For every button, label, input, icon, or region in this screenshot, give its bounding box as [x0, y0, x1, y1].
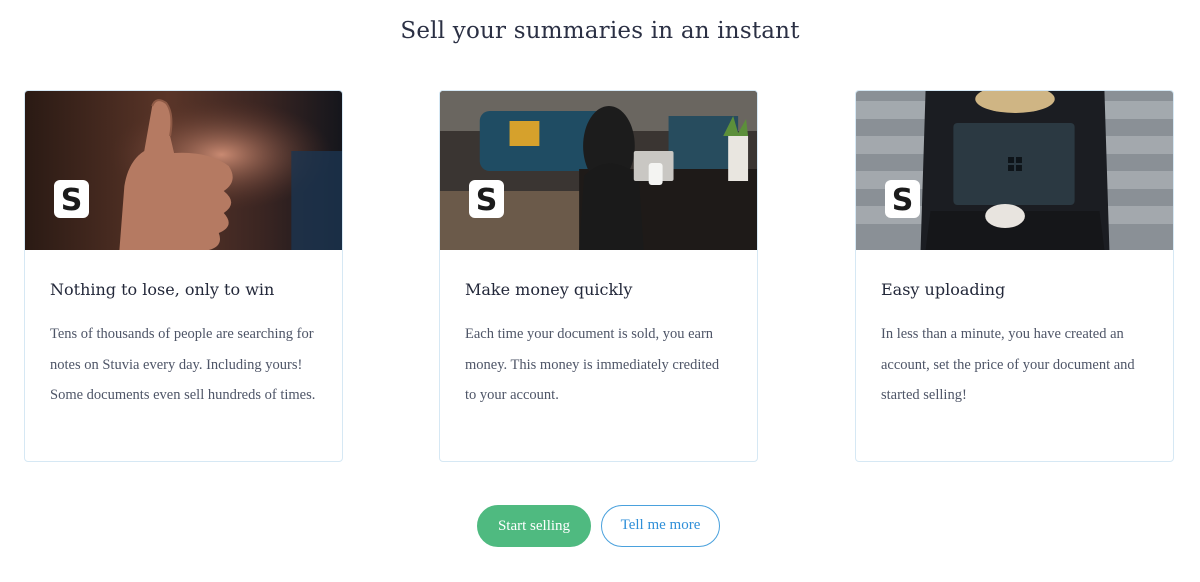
stuvia-logo-icon: S	[884, 179, 921, 219]
card-image-woman-laptop: S	[440, 91, 757, 250]
woman-laptop-living-room-photo	[440, 91, 757, 250]
card-title: Make money quickly	[465, 280, 633, 299]
card-title: Easy uploading	[881, 280, 1006, 299]
card-text: In less than a minute, you have created …	[881, 326, 1135, 403]
svg-text:S: S	[892, 183, 914, 218]
svg-text:S: S	[61, 183, 83, 218]
feature-card-make-money: S Make money quickly Each time your docu…	[439, 90, 758, 462]
feature-card-easy-uploading: S Easy uploading In less than a minute, …	[855, 90, 1174, 462]
card-text: Tens of thousands of people are searchin…	[50, 326, 316, 403]
cta-actions: Start selling Tell me more	[0, 505, 1200, 547]
feature-card-nothing-to-lose: S Nothing to lose, only to win Tens of t…	[24, 90, 343, 462]
card-text: Each time your document is sold, you ear…	[465, 326, 720, 403]
start-selling-button[interactable]: Start selling	[477, 505, 591, 547]
tell-me-more-button[interactable]: Tell me more	[601, 505, 720, 547]
laptop-on-lap-photo	[856, 91, 1173, 250]
thumbs-up-photo	[25, 91, 342, 250]
page-title: Sell your summaries in an instant	[400, 18, 800, 44]
stuvia-logo-icon: S	[468, 179, 505, 219]
card-image-thumbs-up: S	[25, 91, 342, 250]
svg-text:S: S	[476, 183, 498, 218]
stuvia-logo-icon: S	[53, 179, 90, 219]
card-image-laptop-lap: S	[856, 91, 1173, 250]
card-title: Nothing to lose, only to win	[50, 280, 275, 299]
